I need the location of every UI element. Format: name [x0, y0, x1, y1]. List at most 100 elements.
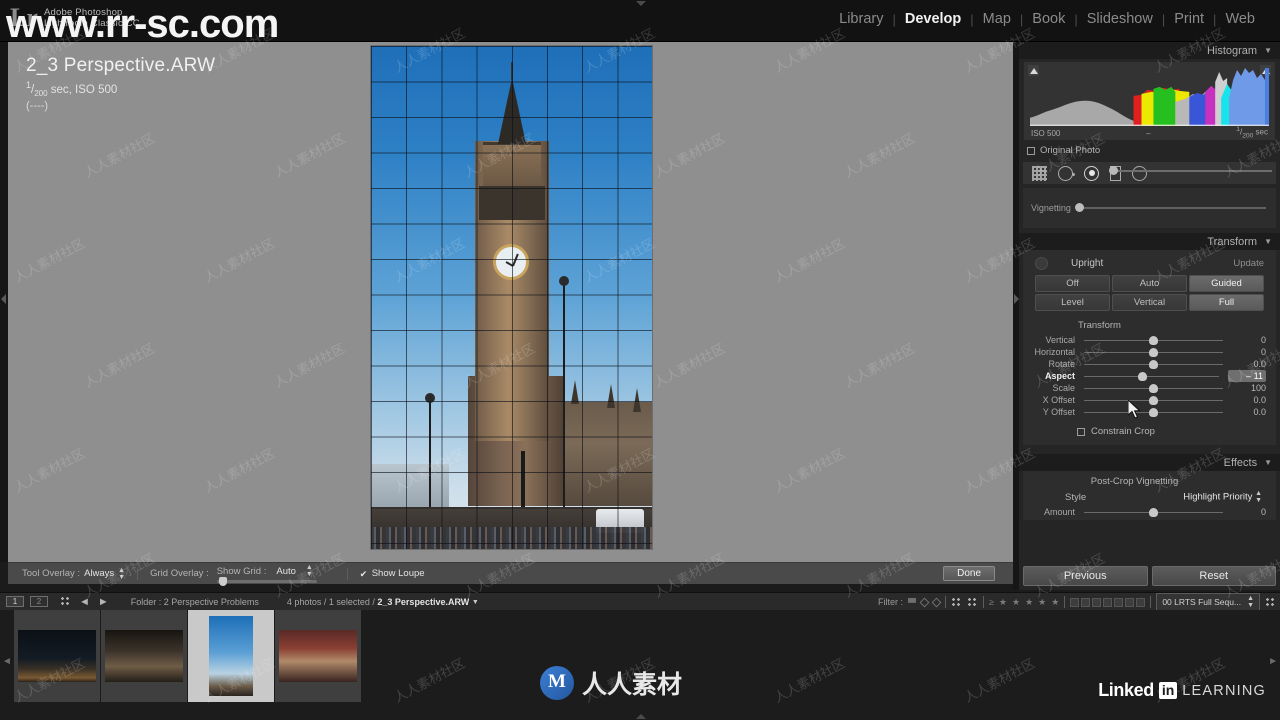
slider-value[interactable]: 0.0 [1232, 407, 1266, 417]
color-swatch-3[interactable] [1092, 597, 1102, 607]
upright-full-button[interactable]: Full [1189, 294, 1264, 311]
slider-track[interactable] [1084, 335, 1223, 345]
module-develop[interactable]: Develop [896, 11, 970, 27]
upright-off-button[interactable]: Off [1035, 275, 1110, 292]
thumb-night-skyline[interactable] [18, 630, 96, 682]
slider-track[interactable] [1084, 347, 1223, 357]
crop-overlay-tool-icon[interactable] [1032, 165, 1047, 181]
flag-pick-icon[interactable] [907, 597, 916, 607]
star-2-icon[interactable]: ★ [1012, 597, 1020, 608]
slider-value[interactable]: 0 [1232, 335, 1266, 345]
screen-2-button[interactable]: 2 [30, 596, 48, 607]
slider-knob[interactable] [1149, 335, 1158, 345]
histogram-panel[interactable]: ISO 500 – 1/200 sec [1024, 62, 1275, 140]
upright-vertical-button[interactable]: Vertical [1112, 294, 1187, 311]
module-print[interactable]: Print [1165, 11, 1213, 27]
slider-row-x-offset[interactable]: X Offset 0.0 [1023, 394, 1276, 406]
constrain-crop-checkbox[interactable] [1077, 427, 1085, 436]
filter-settings-icon[interactable] [1265, 596, 1276, 608]
folder-path-label[interactable]: Folder : 2 Perspective Problems [131, 597, 259, 607]
photo-preview[interactable] [371, 46, 652, 549]
effects-amount-row[interactable]: Amount 0 [1023, 506, 1276, 518]
filmstrip-thumbnail[interactable] [101, 610, 187, 702]
chevron-updown-icon[interactable]: ▲ ▼ [118, 567, 125, 581]
original-photo-checkbox[interactable] [1027, 146, 1035, 155]
sort-descending-icon[interactable] [966, 596, 978, 608]
slider-track[interactable] [1084, 359, 1223, 369]
image-canvas[interactable]: 2_3 Perspective.ARW 1/200 sec, ISO 500 (… [8, 42, 1013, 562]
grid-slider-knob[interactable] [218, 577, 227, 586]
forward-arrow-icon[interactable]: ► [98, 596, 109, 608]
slider-knob[interactable] [1137, 371, 1147, 381]
star-3-icon[interactable]: ★ [1025, 597, 1033, 608]
photo-count-label[interactable]: 4 photos / 1 selected / 2_3 Perspective.… [287, 597, 479, 607]
slider-value[interactable]: 100 [1232, 383, 1266, 393]
toolstrip-slider-knob[interactable] [1109, 166, 1118, 175]
slider-track[interactable] [1084, 395, 1223, 405]
chevron-down-icon[interactable]: ▼ [1264, 458, 1272, 467]
show-loupe-control[interactable]: ✔ Show Loupe [360, 568, 425, 579]
slider-value[interactable]: – 11 [1228, 370, 1266, 382]
effects-amount-knob[interactable] [1149, 507, 1158, 517]
upright-update-button[interactable]: Update [1233, 258, 1264, 269]
toolstrip-slider[interactable] [1109, 166, 1272, 175]
filmstrip-toggle-caret[interactable] [636, 714, 646, 719]
color-swatch-1[interactable] [1070, 597, 1080, 607]
left-panel-toggle[interactable] [0, 42, 8, 562]
star-4-icon[interactable]: ★ [1038, 597, 1046, 608]
show-grid-control[interactable]: Show Grid : Auto ▲ ▼ [216, 564, 335, 586]
toolstrip-slider-track[interactable] [1109, 166, 1272, 175]
module-book[interactable]: Book [1023, 11, 1074, 27]
slider-track[interactable] [1084, 407, 1223, 417]
rating-operator-icon[interactable]: ≥ [989, 597, 994, 607]
previous-button[interactable]: Previous [1023, 566, 1148, 586]
color-swatch-5[interactable] [1114, 597, 1124, 607]
vignetting-strip[interactable]: Vignetting [1023, 188, 1276, 228]
reset-button[interactable]: Reset [1151, 566, 1276, 586]
slider-value[interactable]: 0.0 [1232, 359, 1266, 369]
slider-row-y-offset[interactable]: Y Offset 0.0 [1023, 406, 1276, 418]
effects-style-row[interactable]: Style Highlight Priority ▲ ▼ [1023, 490, 1276, 504]
transform-panel-header[interactable]: Transform ▼ [1019, 233, 1280, 250]
slider-knob[interactable] [1149, 383, 1158, 393]
filmstrip-thumbnail[interactable] [14, 610, 100, 702]
slider-row-horizontal[interactable]: Horizontal 0 [1023, 346, 1276, 358]
effects-amount-track[interactable] [1084, 507, 1223, 517]
vignetting-slider-track[interactable] [1074, 203, 1266, 212]
slider-value[interactable]: 0 [1232, 347, 1266, 357]
file-chevron-icon[interactable]: ▼ [472, 599, 479, 606]
color-swatch-7[interactable] [1136, 597, 1146, 607]
slider-track[interactable] [1084, 371, 1219, 381]
style-chevron-icon[interactable]: ▲ ▼ [1255, 490, 1262, 504]
slider-knob[interactable] [1149, 395, 1158, 405]
slider-knob[interactable] [1149, 347, 1158, 357]
chevron-down-icon[interactable]: ▼ [1264, 46, 1272, 55]
module-slideshow[interactable]: Slideshow [1078, 11, 1162, 27]
slider-track[interactable] [1084, 383, 1223, 393]
slider-row-aspect[interactable]: Aspect – 11 [1023, 370, 1276, 382]
slider-value[interactable]: 0.0 [1232, 395, 1266, 405]
filmstrip-thumbnail[interactable] [275, 610, 361, 702]
vignetting-slider-knob[interactable] [1074, 203, 1084, 212]
source-chevron-icon[interactable]: ▲ ▼ [1247, 595, 1254, 609]
star-1-icon[interactable]: ★ [999, 597, 1007, 608]
back-arrow-icon[interactable]: ◄ [79, 596, 90, 608]
screen-1-button[interactable]: 1 [6, 596, 24, 607]
original-photo-toggle[interactable]: Original Photo [1024, 143, 1275, 158]
slider-knob[interactable] [1149, 359, 1158, 369]
chevron-down-icon[interactable]: ▼ [1264, 237, 1272, 246]
filmstrip-scroll-right[interactable]: ► [1268, 656, 1278, 667]
slider-row-rotate[interactable]: Rotate 0.0 [1023, 358, 1276, 370]
slider-row-scale[interactable]: Scale 100 [1023, 382, 1276, 394]
sort-ascending-icon[interactable] [950, 596, 962, 608]
upright-guided-button[interactable]: Guided [1189, 275, 1264, 292]
upright-level-button[interactable]: Level [1035, 294, 1110, 311]
color-swatch-6[interactable] [1125, 597, 1135, 607]
slider-knob[interactable] [1149, 407, 1158, 417]
module-library[interactable]: Library [830, 11, 892, 27]
tool-overlay-control[interactable]: Tool Overlay : Always ▲ ▼ [22, 567, 125, 581]
radial-filter-tool-icon[interactable] [1132, 165, 1147, 181]
upright-auto-button[interactable]: Auto [1112, 275, 1187, 292]
thumb-red-interior[interactable] [279, 630, 357, 682]
filmstrip-thumbnail[interactable] [188, 610, 274, 702]
